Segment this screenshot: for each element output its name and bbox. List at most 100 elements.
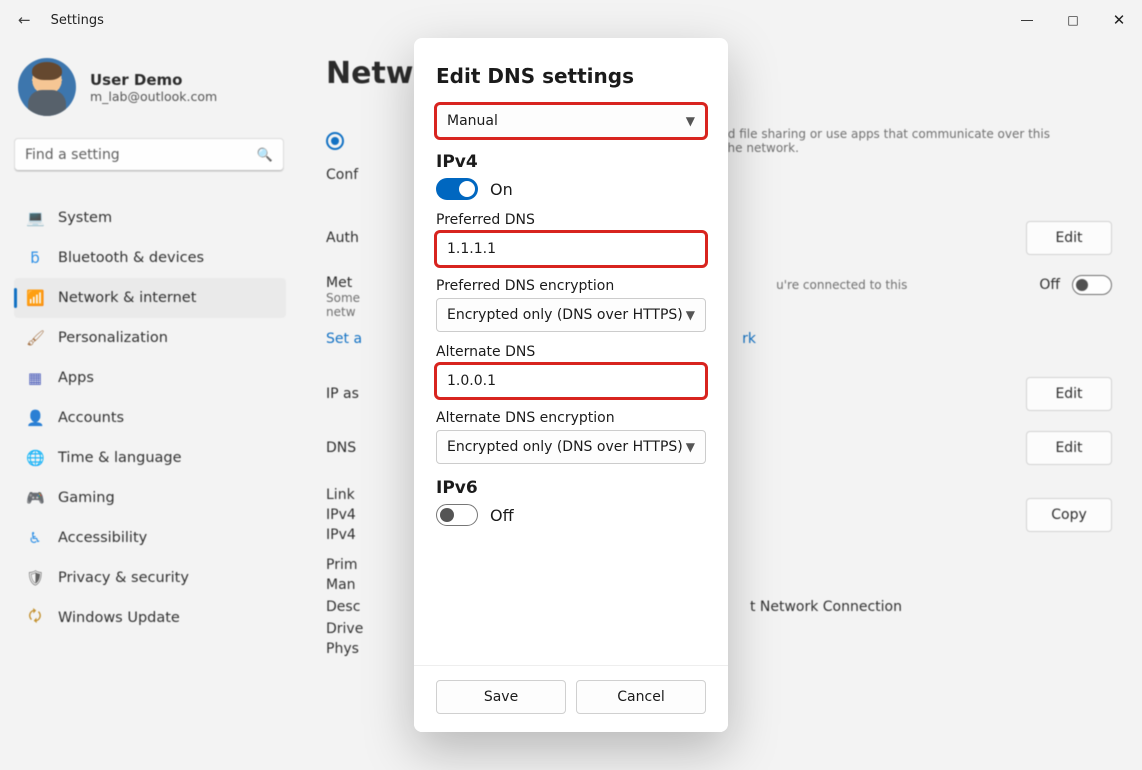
search-icon: 🔍 [257,148,273,163]
ip-label: IP as [326,386,359,402]
search-input[interactable]: Find a setting 🔍 [14,138,284,172]
metered-connected-hint: u're connected to this [776,278,907,292]
dialog-footer: Save Cancel [414,665,728,732]
sidebar-item-label: System [58,210,112,226]
sidebar-item-accounts[interactable]: 👤 Accounts [14,398,286,438]
ipv6-heading: IPv6 [436,478,706,498]
avatar [18,58,76,116]
window-controls: ― □ ✕ [1004,3,1142,37]
preferred-dns-value: 1.1.1.1 [447,241,496,257]
auth-label: Auth [326,230,359,246]
sidebar-item-label: Windows Update [58,610,180,626]
cancel-button[interactable]: Cancel [576,680,706,714]
apps-icon: ▦ [26,369,44,387]
titlebar: ← Settings ― □ ✕ [0,0,1142,40]
ipv4-toggle-label: On [490,180,513,199]
description-label: Desc [326,597,360,617]
alternate-enc-value: Encrypted only (DNS over HTTPS) [447,439,683,455]
dns-mode-select[interactable]: Manual ▼ [436,104,706,138]
accessibility-icon: ♿ [26,529,44,547]
edit-button-dns[interactable]: Edit [1026,431,1112,465]
metered-sub2: netw [326,305,360,319]
display-icon: 💻 [26,209,44,227]
sidebar-item-label: Personalization [58,330,168,346]
user-email: m_lab@outlook.com [90,89,217,104]
user-name: User Demo [90,71,217,89]
sync-icon: 🗘 [26,606,44,631]
ipv4-toggle[interactable] [436,178,478,200]
set-limit-link-left[interactable]: Set a [326,331,362,347]
sidebar-item-apps[interactable]: ▦ Apps [14,358,286,398]
alternate-enc-select[interactable]: Encrypted only (DNS over HTTPS) ▼ [436,430,706,464]
sidebar-item-label: Network & internet [58,290,196,306]
metered-label: Met [326,275,360,291]
alternate-dns-label: Alternate DNS [436,344,706,360]
preferred-dns-label: Preferred DNS [436,212,706,228]
paintbrush-icon: 🖌 [26,329,44,347]
alternate-dns-value: 1.0.0.1 [447,373,496,389]
save-button[interactable]: Save [436,680,566,714]
wifi-icon: 📶 [26,289,44,307]
radio-icon[interactable] [326,132,344,150]
sidebar-item-label: Bluetooth & devices [58,250,204,266]
sidebar-item-label: Accounts [58,410,124,426]
chevron-down-icon: ▼ [686,440,695,454]
window-title: Settings [51,13,104,28]
preferred-enc-label: Preferred DNS encryption [436,278,706,294]
sidebar-item-label: Apps [58,370,94,386]
sidebar-item-gaming[interactable]: 🎮 Gaming [14,478,286,518]
edit-button-auth[interactable]: Edit [1026,221,1112,255]
sidebar-item-system[interactable]: 💻 System [14,198,286,238]
minimize-button[interactable]: ― [1004,3,1050,37]
sidebar-item-network[interactable]: 📶 Network & internet [14,278,286,318]
shield-icon: 🛡 [26,569,44,587]
off-label: Off [1039,277,1060,293]
ipv4-label-a: IPv4 [326,505,356,525]
link-speed-label: Link [326,485,356,505]
sidebar-item-accessibility[interactable]: ♿ Accessibility [14,518,286,558]
metered-toggle[interactable] [1072,275,1112,295]
sidebar-item-time[interactable]: 🌐 Time & language [14,438,286,478]
maximize-button[interactable]: □ [1050,3,1096,37]
chevron-down-icon: ▼ [686,114,695,128]
close-button[interactable]: ✕ [1096,3,1142,37]
sidebar-item-label: Accessibility [58,530,147,546]
preferred-dns-input[interactable]: 1.1.1.1 [436,232,706,266]
bluetooth-icon: ƃ [26,249,44,267]
gamepad-icon: 🎮 [26,489,44,507]
sidebar-item-label: Privacy & security [58,570,189,586]
copy-button[interactable]: Copy [1026,498,1112,532]
preferred-enc-value: Encrypted only (DNS over HTTPS) [447,307,683,323]
chevron-down-icon: ▼ [686,308,695,322]
ipv6-toggle-label: Off [490,506,514,525]
person-icon: 👤 [26,409,44,427]
nav-list: 💻 System ƃ Bluetooth & devices 📶 Network & … [14,198,286,638]
sidebar-item-privacy[interactable]: 🛡 Privacy & security [14,558,286,598]
ipv4-heading: IPv4 [436,152,706,172]
edit-dns-dialog: Edit DNS settings Manual ▼ IPv4 On Prefe… [414,38,728,732]
alternate-enc-label: Alternate DNS encryption [436,410,706,426]
sidebar: User Demo m_lab@outlook.com Find a setti… [0,40,300,770]
sidebar-item-label: Time & language [58,450,182,466]
ipv6-toggle[interactable] [436,504,478,526]
metered-sub: Some [326,291,360,305]
sidebar-item-update[interactable]: 🗘 Windows Update [14,598,286,638]
alternate-dns-input[interactable]: 1.0.0.1 [436,364,706,398]
user-block[interactable]: User Demo m_lab@outlook.com [18,58,282,116]
back-icon[interactable]: ← [12,9,37,31]
description-value: t Network Connection [750,597,902,617]
search-placeholder: Find a setting [25,147,120,163]
sidebar-item-bluetooth[interactable]: ƃ Bluetooth & devices [14,238,286,278]
edit-button-ip[interactable]: Edit [1026,377,1112,411]
sidebar-item-personalization[interactable]: 🖌 Personalization [14,318,286,358]
preferred-enc-select[interactable]: Encrypted only (DNS over HTTPS) ▼ [436,298,706,332]
globe-icon: 🌐 [26,449,44,467]
dns-label: DNS [326,440,356,456]
profile-hint: u need file sharing or use apps that com… [694,127,1112,141]
profile-hint2: s on the network. [694,141,1112,155]
ipv4-label-b: IPv4 [326,525,356,545]
set-limit-link-right[interactable]: rk [742,331,756,347]
dialog-title: Edit DNS settings [436,64,706,88]
dns-mode-value: Manual [447,113,498,129]
sidebar-item-label: Gaming [58,490,115,506]
